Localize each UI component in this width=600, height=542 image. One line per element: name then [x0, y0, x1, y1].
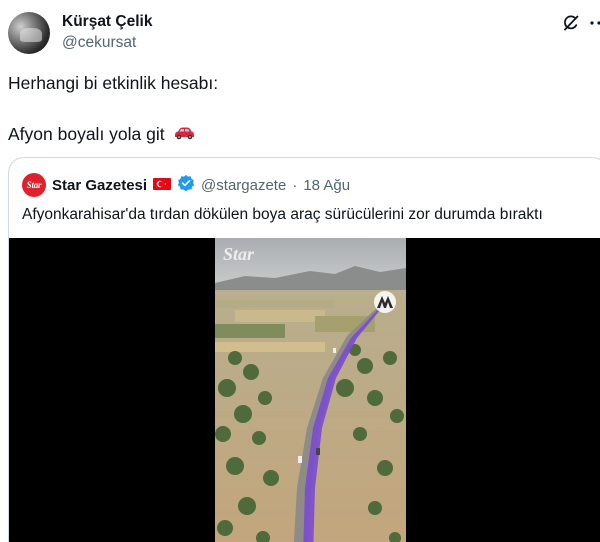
separator-dot: · — [292, 176, 298, 194]
car-emoji-icon — [173, 123, 195, 145]
star-gazetesi-logo[interactable]: Star — [22, 173, 46, 197]
tweet-text-line-2-label: Afyon boyalı yola git — [8, 124, 165, 144]
quoted-tweet-date[interactable]: 18 Ağu — [303, 177, 350, 194]
aerial-road-image — [215, 238, 406, 542]
aa-logo-icon — [373, 290, 397, 314]
grok-icon[interactable] — [560, 12, 582, 34]
turkey-flag-icon — [153, 177, 172, 194]
quoted-tweet-header: Star Star Gazetesi @stargazete · 18 Ağu — [22, 173, 350, 197]
author-avatar[interactable] — [8, 12, 50, 54]
video-frame[interactable]: Star — [215, 238, 406, 542]
quoted-author-name[interactable]: Star Gazetesi — [52, 177, 147, 194]
quoted-tweet-media[interactable]: Star — [9, 238, 600, 542]
tweet-text-line-2: Afyon boyalı yola git — [8, 123, 195, 145]
quoted-tweet-text: Afyonkarahisar'da tırdan dökülen boya ar… — [22, 206, 543, 223]
verified-icon — [177, 174, 195, 196]
author-name[interactable]: Kürşat Çelik — [62, 13, 152, 31]
more-icon[interactable] — [588, 12, 600, 34]
tweet-text-line-1: Herhangi bi etkinlik hesabı: — [8, 73, 219, 93]
quoted-tweet-card[interactable]: Star Star Gazetesi @stargazete · 18 Ağu … — [8, 157, 600, 542]
author-handle[interactable]: @cekursat — [62, 34, 136, 52]
video-watermark: Star — [223, 244, 255, 264]
quoted-author-handle[interactable]: @stargazete — [201, 177, 286, 194]
